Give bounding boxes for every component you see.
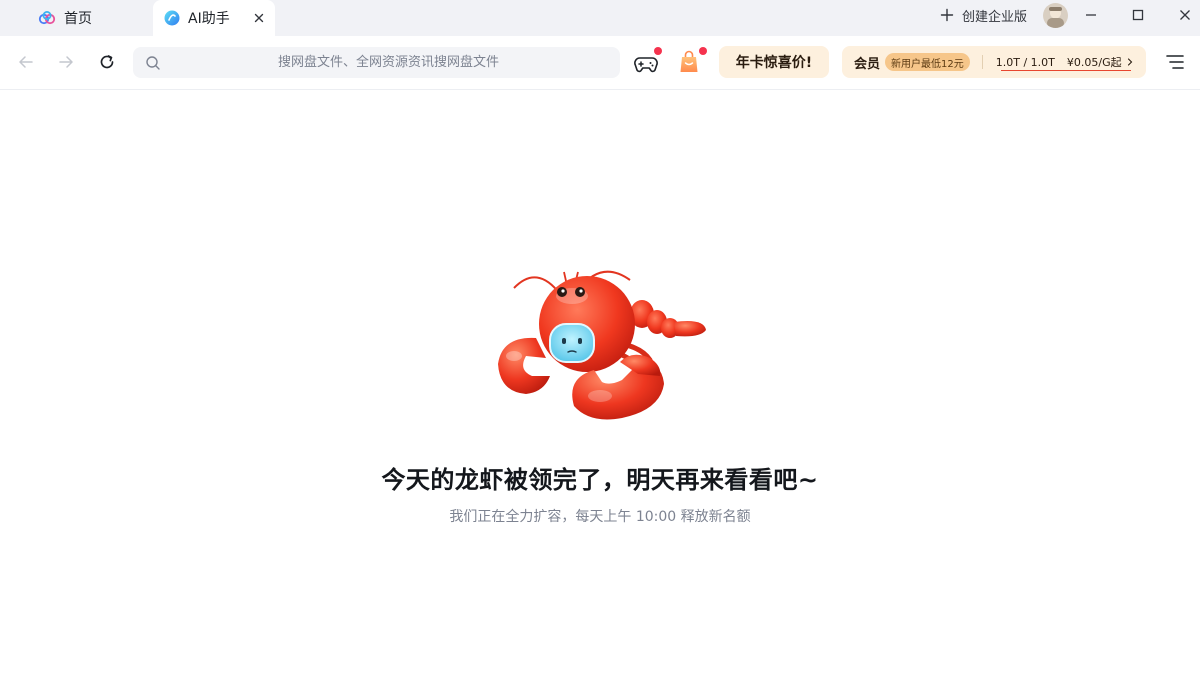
maximize-icon[interactable] xyxy=(1130,7,1146,23)
search-bar[interactable] xyxy=(133,47,620,78)
storage-usage: 1.0T / 1.0T xyxy=(995,55,1055,69)
notification-dot xyxy=(699,47,707,55)
search-icon xyxy=(146,56,160,70)
avatar-image-icon xyxy=(1043,3,1068,28)
minimize-icon[interactable] xyxy=(1083,7,1099,23)
reload-icon[interactable] xyxy=(98,53,116,71)
menu-icon[interactable] xyxy=(1166,54,1184,70)
game-center-button[interactable] xyxy=(634,47,662,75)
toolbar: 年卡惊喜价! 会员 新用户最低12元 1.0T / 1.0T ¥0.05/G起 xyxy=(0,36,1200,90)
plus-icon xyxy=(940,8,954,22)
close-tab-icon[interactable] xyxy=(252,11,266,25)
back-arrow-icon[interactable] xyxy=(17,53,35,71)
vip-label: 会员 xyxy=(854,56,881,72)
gift-button[interactable] xyxy=(678,47,707,75)
tab-home-label: 首页 xyxy=(64,11,92,27)
lobster-mascot-icon xyxy=(498,270,706,420)
create-enterprise-label: 创建企业版 xyxy=(962,9,1028,25)
cloud-logo-icon xyxy=(38,11,56,25)
tab-home[interactable]: 首页 xyxy=(38,0,92,36)
title-bar: 首页 AI助手 创建企业版 xyxy=(0,0,1200,36)
tab-ai-assistant[interactable]: AI助手 xyxy=(153,0,275,36)
storage-price: ¥0.05/G起 xyxy=(1066,56,1122,69)
ai-assistant-icon xyxy=(164,10,180,26)
vip-membership-button[interactable]: 会员 新用户最低12元 1.0T / 1.0T ¥0.05/G起 xyxy=(842,46,1146,78)
annual-card-promo-button[interactable]: 年卡惊喜价! xyxy=(719,46,829,78)
close-window-icon[interactable] xyxy=(1177,7,1193,23)
vip-divider xyxy=(981,55,983,69)
main-content: 今天的龙虾被领完了，明天再来看看吧~ 我们正在全力扩容，每天上午 10:00 释… xyxy=(0,91,1200,690)
vip-new-user-badge: 新用户最低12元 xyxy=(885,53,970,71)
notification-dot xyxy=(654,47,662,55)
storage-usage-bar xyxy=(1001,70,1131,71)
empty-state-subtitle: 我们正在全力扩容，每天上午 10:00 释放新名额 xyxy=(449,509,751,525)
empty-state-title: 今天的龙虾被领完了，明天再来看看吧~ xyxy=(381,466,819,494)
forward-arrow-icon[interactable] xyxy=(57,53,75,71)
tab-ai-label: AI助手 xyxy=(188,11,230,27)
search-input[interactable] xyxy=(169,52,608,73)
avatar[interactable] xyxy=(1043,3,1068,28)
create-enterprise-button[interactable]: 创建企业版 xyxy=(940,0,1027,30)
chevron-right-icon xyxy=(1127,58,1132,66)
